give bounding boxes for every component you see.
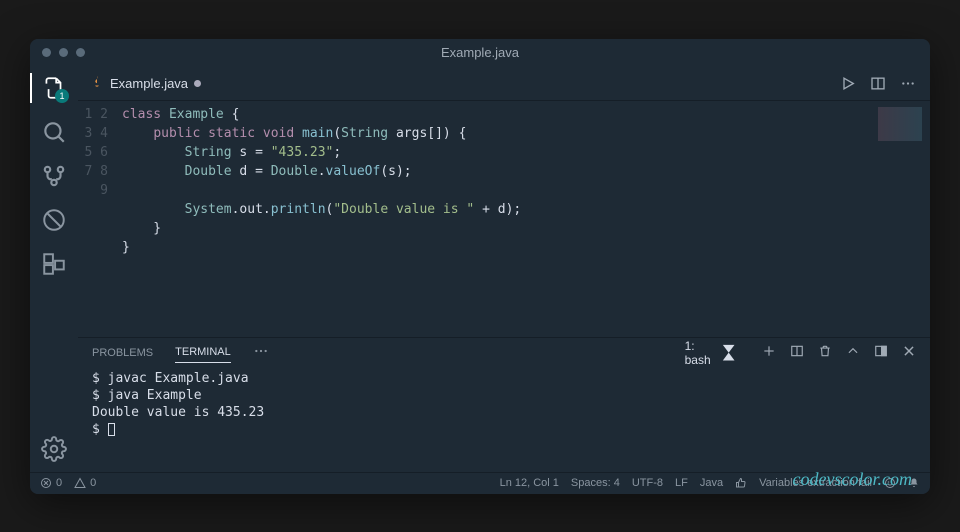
status-eol[interactable]: LF: [675, 477, 688, 489]
close-window-button[interactable]: [42, 48, 51, 57]
explorer-icon[interactable]: 1: [41, 75, 67, 101]
code-content[interactable]: class Example { public static void main(…: [122, 101, 870, 337]
maximize-window-button[interactable]: [76, 48, 85, 57]
minimap-preview: [878, 107, 922, 141]
source-control-icon[interactable]: [41, 163, 67, 189]
status-cursor[interactable]: Ln 12, Col 1: [500, 477, 559, 489]
split-editor-icon[interactable]: [870, 73, 886, 94]
more-actions-icon[interactable]: [900, 73, 916, 94]
status-warnings[interactable]: 0: [74, 477, 96, 489]
close-panel-icon[interactable]: [902, 344, 916, 361]
extensions-icon[interactable]: [41, 251, 67, 277]
terminal-tab[interactable]: TERMINAL: [175, 342, 231, 363]
java-file-icon: [90, 75, 104, 92]
workbench: 1: [30, 67, 930, 472]
terminal-selector[interactable]: 1: bash: [685, 339, 748, 367]
titlebar: Example.java: [30, 39, 930, 67]
window-title: Example.java: [441, 45, 519, 60]
status-spaces[interactable]: Spaces: 4: [571, 477, 620, 489]
tab-example-java[interactable]: Example.java: [78, 67, 213, 100]
tab-label: Example.java: [110, 76, 188, 91]
maximize-panel-icon[interactable]: [846, 344, 860, 361]
editor[interactable]: 1 2 3 4 5 6 7 8 9 class Example { public…: [78, 101, 930, 337]
run-icon[interactable]: [840, 73, 856, 94]
search-icon[interactable]: [41, 119, 67, 145]
panel-tabs: PROBLEMS TERMINAL 1: bash: [78, 338, 930, 368]
status-thumbs-icon[interactable]: [735, 477, 747, 489]
unsaved-indicator-icon: [194, 80, 201, 87]
status-errors[interactable]: 0: [40, 477, 62, 489]
debug-icon[interactable]: [41, 207, 67, 233]
line-gutter: 1 2 3 4 5 6 7 8 9: [78, 101, 122, 337]
explorer-badge: 1: [55, 89, 69, 103]
status-encoding[interactable]: UTF-8: [632, 477, 663, 489]
problems-tab[interactable]: PROBLEMS: [92, 343, 153, 363]
split-terminal-icon[interactable]: [790, 344, 804, 361]
minimap[interactable]: [870, 101, 930, 337]
minimize-window-button[interactable]: [59, 48, 68, 57]
new-terminal-icon[interactable]: [762, 344, 776, 361]
editor-actions: [840, 73, 930, 94]
settings-gear-icon[interactable]: [41, 436, 67, 462]
watermark: codevscolor.com: [793, 469, 912, 490]
kill-terminal-icon[interactable]: [818, 344, 832, 361]
terminal-content[interactable]: $ javac Example.java$ java ExampleDouble…: [78, 368, 930, 472]
bottom-panel: PROBLEMS TERMINAL 1: bash: [78, 337, 930, 472]
terminal-selector-label: 1: bash: [685, 339, 711, 367]
terminal-actions: 1: bash: [685, 339, 916, 367]
editor-window: Example.java 1: [30, 39, 930, 494]
toggle-panel-icon[interactable]: [874, 344, 888, 361]
status-language[interactable]: Java: [700, 477, 723, 489]
tab-bar: Example.java: [78, 67, 930, 101]
activity-bar: 1: [30, 67, 78, 472]
panel-more-icon[interactable]: [253, 343, 269, 362]
editor-group: Example.java 1 2 3 4 5 6 7: [78, 67, 930, 472]
window-controls: [30, 48, 85, 57]
